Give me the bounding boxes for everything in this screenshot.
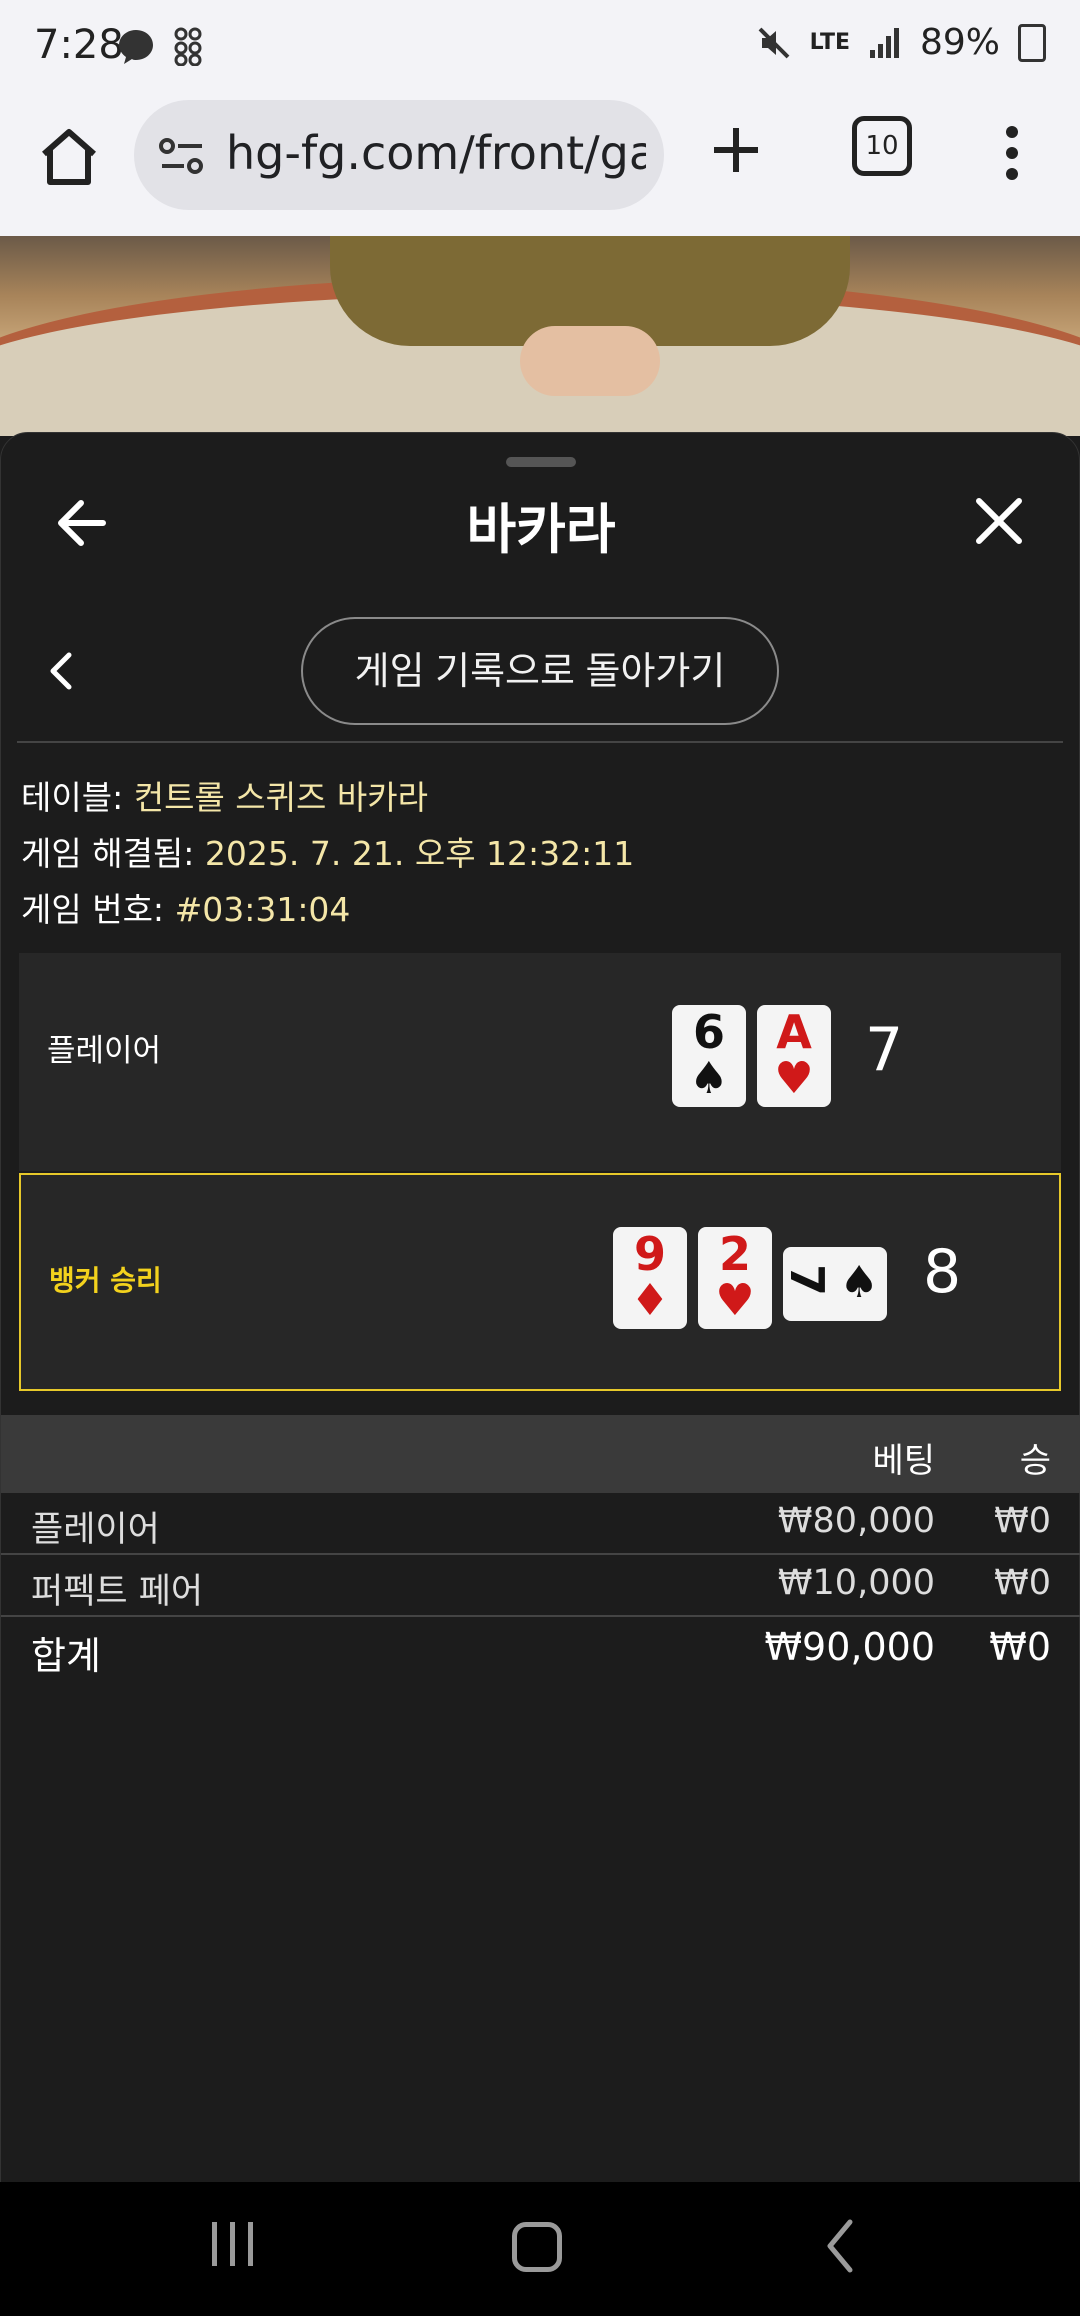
banker-hand-row: 뱅커 승리 9 ♦ 2 ♥ 7 ♠ 8 — [19, 1173, 1061, 1391]
card-suit: ♥ — [774, 1053, 814, 1104]
playing-card: 6 ♠ — [672, 1005, 746, 1107]
card-rank: 7 — [780, 1263, 835, 1297]
mute-icon — [758, 27, 789, 58]
banker-win-label: 뱅커 승리 — [49, 1264, 162, 1297]
system-navigation-bar — [0, 2182, 1080, 2316]
table-label: 테이블: — [21, 778, 124, 817]
playing-card: 2 ♥ — [698, 1227, 772, 1329]
bet-amount: ₩80,000 — [777, 1501, 935, 1541]
browser-toolbar: hg-fg.com/front/gam 10 — [0, 96, 1080, 236]
video-dealer-hand — [520, 326, 660, 396]
sheet-drag-handle[interactable] — [506, 457, 576, 467]
lte-icon: LTE — [809, 30, 850, 55]
player-score: 7 — [865, 1015, 904, 1085]
table-row: 플레이어 ₩80,000 ₩0 — [1, 1493, 1080, 1555]
game-number-value: #03:31:04 — [174, 890, 351, 929]
bet-name: 퍼펙트 페어 — [31, 1572, 204, 1612]
status-time: 7:28 — [34, 22, 124, 68]
bet-column-header: 베팅 — [872, 1441, 935, 1481]
bet-win: ₩0 — [994, 1563, 1051, 1603]
signal-icon — [869, 27, 899, 58]
card-suit: ♦ — [630, 1275, 670, 1326]
bet-win: ₩0 — [994, 1501, 1051, 1541]
card-rank: 2 — [718, 1227, 751, 1281]
bets-table-header: 베팅 승 — [1, 1415, 1080, 1493]
player-hand-row: 플레이어 6 ♠ A ♥ 7 — [19, 953, 1061, 1171]
resolved-info: 게임 해결됨: 2025. 7. 21. 오후 12:32:11 — [21, 827, 634, 875]
player-hand-label: 플레이어 — [47, 1033, 162, 1069]
system-icons: LTE 89% — [756, 22, 1046, 63]
bet-name: 플레이어 — [31, 1510, 160, 1550]
resolved-value: 2025. 7. 21. 오후 12:32:11 — [204, 834, 635, 873]
card-suit: ♥ — [715, 1275, 755, 1326]
status-bar: 7:28 LTE 89% — [0, 0, 1080, 96]
playing-card-sideways: 7 ♠ — [780, 1247, 887, 1321]
bet-amount: ₩10,000 — [777, 1563, 935, 1603]
notification-icons — [116, 24, 205, 66]
table-info: 테이블: 컨트롤 스퀴즈 바카라 — [21, 771, 428, 819]
total-label: 합계 — [31, 1634, 101, 1678]
sheet-title: 바카라 — [466, 498, 616, 561]
tab-switcher-button[interactable]: 10 — [852, 116, 912, 176]
close-icon[interactable] — [973, 495, 1025, 547]
card-rank: A — [776, 1005, 812, 1059]
win-column-header: 승 — [1019, 1441, 1051, 1481]
app-grid-icon — [174, 27, 202, 66]
game-number-info: 게임 번호: #03:31:04 — [21, 883, 350, 931]
recents-icon[interactable] — [212, 2222, 254, 2266]
chevron-left-icon[interactable] — [45, 651, 75, 691]
total-win: ₩0 — [989, 1625, 1051, 1669]
resolved-label: 게임 해결됨: — [21, 834, 195, 873]
divider — [17, 741, 1063, 743]
banker-score: 8 — [923, 1237, 962, 1307]
site-info-icon[interactable] — [158, 136, 206, 176]
game-history-sheet: 바카라 게임 기록으로 돌아가기 테이블: 컨트롤 스퀴즈 바카라 게임 해결됨… — [0, 432, 1080, 2184]
messenger-icon — [119, 29, 153, 64]
card-suit: ♠ — [839, 1257, 879, 1308]
total-amount: ₩90,000 — [764, 1625, 935, 1669]
new-tab-icon[interactable] — [706, 120, 766, 180]
card-rank: 6 — [692, 1005, 725, 1059]
back-to-history-button[interactable]: 게임 기록으로 돌아가기 — [301, 617, 779, 725]
table-value: 컨트롤 스퀴즈 바카라 — [133, 778, 428, 817]
playing-card: 9 ♦ — [613, 1227, 687, 1329]
playing-card: A ♥ — [757, 1005, 831, 1107]
total-row: 합계 ₩90,000 ₩0 — [1, 1617, 1080, 1678]
address-bar[interactable]: hg-fg.com/front/gam — [134, 100, 664, 210]
more-menu-icon[interactable] — [1000, 126, 1024, 182]
url-text[interactable]: hg-fg.com/front/gam — [226, 126, 646, 180]
battery-percent: 89% — [919, 22, 1000, 63]
table-row: 퍼펙트 페어 ₩10,000 ₩0 — [1, 1555, 1080, 1617]
home-button-icon[interactable] — [512, 2222, 562, 2272]
live-video-feed — [0, 236, 1080, 436]
game-number-label: 게임 번호: — [21, 890, 165, 929]
home-icon[interactable] — [38, 126, 100, 188]
back-icon[interactable] — [820, 2216, 860, 2276]
battery-icon — [1018, 23, 1046, 62]
card-suit: ♠ — [689, 1053, 729, 1104]
card-rank: 9 — [633, 1227, 666, 1281]
